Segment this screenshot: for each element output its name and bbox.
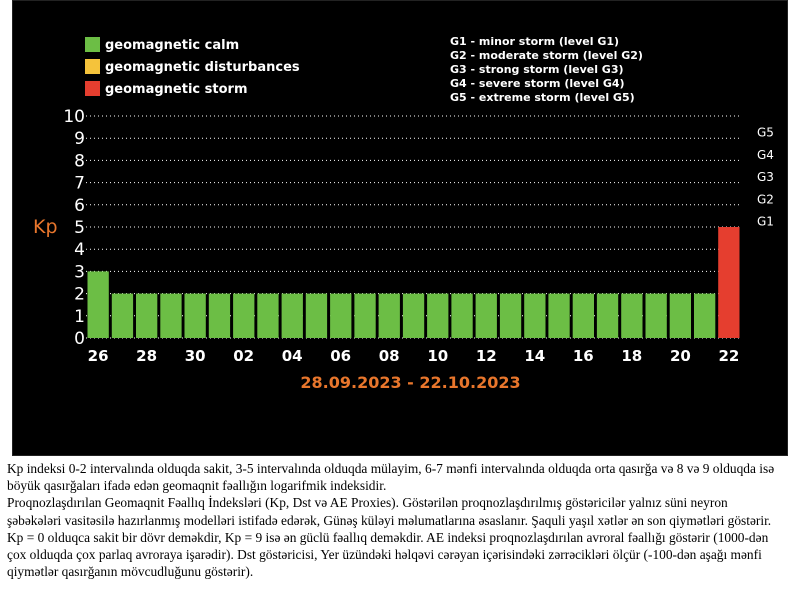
x-tick-label: 26 (88, 347, 109, 365)
bar-10 (427, 293, 449, 338)
bar-30 (184, 293, 206, 338)
storm-level-legend: G1 - minor storm (level G1)G2 - moderate… (450, 35, 643, 104)
bar-06 (330, 293, 352, 338)
kp-chart: geomagnetic calm geomagnetic disturbances… (33, 35, 774, 392)
y-tick-label: 2 (74, 285, 85, 305)
x-tick-label: 16 (573, 347, 594, 365)
x-tick-label: 12 (476, 347, 497, 365)
y-axis-ticks: 012 34567 8910 (63, 107, 85, 349)
storm-level-item: G2 - moderate storm (level G2) (450, 49, 643, 62)
legend-swatch (85, 37, 100, 52)
bar-20 (669, 293, 691, 338)
bar-09 (402, 293, 425, 338)
bar-03 (257, 293, 279, 338)
legend-swatch (85, 81, 100, 96)
x-tick-label: 28 (136, 347, 157, 365)
y-tick-label: 5 (74, 218, 85, 238)
bar-15 (548, 293, 570, 338)
bar-22 (718, 227, 740, 338)
bar-02 (233, 293, 255, 338)
y-tick-label: 6 (74, 196, 85, 216)
y-tick-label: 4 (74, 240, 85, 260)
bar-28 (136, 293, 158, 338)
bars (87, 227, 740, 338)
bar-01 (208, 293, 231, 338)
date-range-label: 28.09.2023 - 22.10.2023 (300, 373, 520, 392)
g-tick-label: G2 (757, 192, 774, 206)
bar-26 (87, 271, 109, 338)
legend-label: geomagnetic calm (105, 38, 239, 53)
bar-18 (621, 293, 643, 338)
legend: geomagnetic calm geomagnetic disturbances… (85, 37, 300, 97)
description-paragraph-1: Kp indeksi 0-2 intervalında olduqda saki… (7, 461, 775, 494)
legend-label: geomagnetic storm (105, 82, 248, 97)
bar-29 (160, 293, 182, 338)
bar-04 (281, 293, 303, 338)
y-tick-label: 9 (74, 129, 85, 149)
storm-level-item: G1 - minor storm (level G1) (450, 35, 619, 48)
y-tick-label: 10 (63, 107, 85, 127)
bar-08 (378, 293, 400, 338)
y-axis-label: Kp (33, 216, 58, 238)
bar-07 (354, 293, 376, 338)
description: Kp indeksi 0-2 intervalında olduqda saki… (7, 460, 785, 580)
bar-16 (572, 293, 594, 338)
legend-label: geomagnetic disturbances (105, 60, 300, 75)
g-tick-label: G4 (757, 148, 774, 162)
description-paragraph-2: Proqnozlaşdırılan Geomaqnit Fəallıq İnde… (7, 495, 772, 580)
storm-level-item: G5 - extreme storm (level G5) (450, 91, 635, 104)
y-tick-label: 3 (74, 262, 85, 282)
bar-11 (451, 293, 473, 338)
g-tick-label: G1 (757, 215, 774, 229)
g-tick-label: G5 (757, 126, 774, 140)
g-level-ticks: G1 G2 G3 G4 G5 (757, 126, 774, 229)
x-tick-label: 22 (718, 347, 739, 365)
bar-13 (499, 293, 522, 338)
storm-level-item: G3 - strong storm (level G3) (450, 63, 624, 76)
y-tick-label: 8 (74, 151, 85, 171)
bar-27 (111, 293, 134, 338)
x-tick-label: 20 (670, 347, 691, 365)
x-tick-label: 06 (330, 347, 351, 365)
storm-level-item: G4 - severe storm (level G4) (450, 77, 625, 90)
y-tick-label: 7 (74, 174, 85, 194)
x-tick-label: 18 (621, 347, 642, 365)
y-tick-label: 1 (74, 307, 85, 327)
y-tick-label: 0 (74, 329, 85, 349)
x-tick-label: 30 (185, 347, 206, 365)
x-tick-label: 08 (379, 347, 400, 365)
x-tick-label: 10 (427, 347, 448, 365)
bar-19 (645, 293, 667, 338)
x-tick-label: 14 (524, 347, 545, 365)
bar-12 (475, 293, 497, 338)
x-tick-label: 02 (233, 347, 254, 365)
bar-21 (694, 293, 716, 338)
g-tick-label: G3 (757, 170, 774, 184)
bar-14 (524, 293, 546, 338)
bar-05 (305, 293, 328, 338)
legend-swatch (85, 59, 100, 74)
x-axis-ticks: 26 28 30 02 04 06 08 10 12 14 16 18 20 22 (88, 347, 740, 365)
chart-panel: geomagnetic calm geomagnetic disturbances… (12, 0, 788, 456)
x-tick-label: 04 (282, 347, 303, 365)
bar-17 (596, 293, 619, 338)
